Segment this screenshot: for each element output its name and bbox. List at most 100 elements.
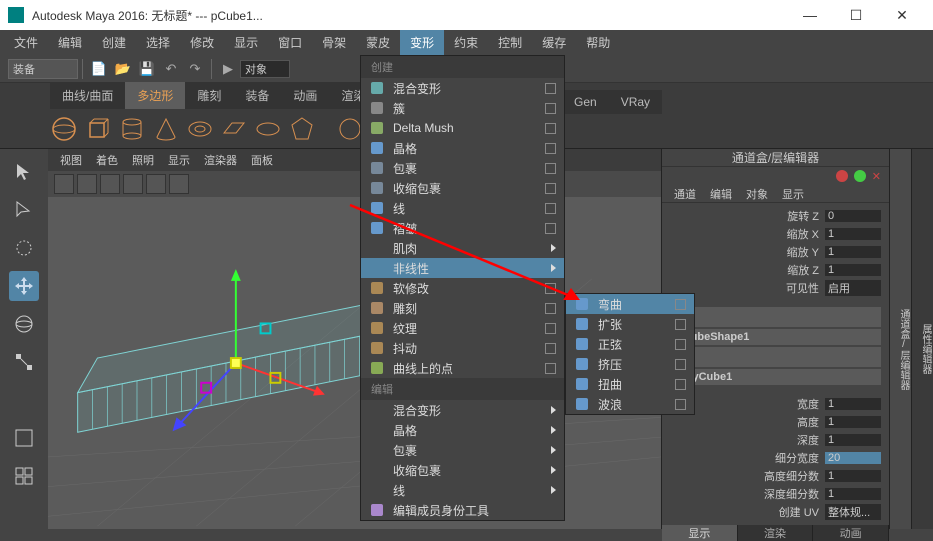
vp-grid-icon[interactable] (77, 174, 97, 194)
shape-node-name[interactable]: pCubeShape1 (670, 329, 881, 345)
vp-shade-icon[interactable] (100, 174, 120, 194)
option-box-icon[interactable] (545, 163, 556, 174)
menu-item-线[interactable]: 线 (361, 480, 564, 500)
menu-约束[interactable]: 约束 (444, 30, 488, 55)
poly-cone-icon[interactable] (152, 115, 180, 143)
menu-控制[interactable]: 控制 (488, 30, 532, 55)
menu-item-非线性[interactable]: 非线性 (361, 258, 564, 278)
option-box-icon[interactable] (545, 123, 556, 134)
poly-cube-icon[interactable] (84, 115, 112, 143)
menu-骨架[interactable]: 骨架 (312, 30, 356, 55)
option-box-icon[interactable] (545, 363, 556, 374)
vp-menu-显示[interactable]: 显示 (168, 152, 190, 168)
menu-文件[interactable]: 文件 (4, 30, 48, 55)
shelf-tab-雕刻[interactable]: 雕刻 (185, 82, 233, 109)
submenu-item-波浪[interactable]: 波浪 (566, 394, 694, 414)
vp-wire-icon[interactable] (123, 174, 143, 194)
option-box-icon[interactable] (545, 83, 556, 94)
shelf-tab-动画[interactable]: 动画 (281, 82, 329, 109)
rotate-tool-icon[interactable] (9, 309, 39, 339)
poly-platonic-icon[interactable] (288, 115, 316, 143)
menu-item-混合变形[interactable]: 混合变形 (361, 78, 564, 98)
vp-camera-icon[interactable] (54, 174, 74, 194)
menu-item-收缩包裹[interactable]: 收缩包裹 (361, 178, 564, 198)
move-tool-icon[interactable] (9, 271, 39, 301)
poly-disc-icon[interactable] (254, 115, 282, 143)
menu-编辑[interactable]: 编辑 (48, 30, 92, 55)
option-box-icon[interactable] (545, 103, 556, 114)
close-button[interactable]: ✕ (879, 0, 925, 30)
option-box-icon[interactable] (545, 183, 556, 194)
poly-plane-icon[interactable] (220, 115, 248, 143)
submenu-item-扩张[interactable]: 扩张 (566, 314, 694, 334)
vp-menu-着色[interactable]: 着色 (96, 152, 118, 168)
select-mode-icon[interactable]: ▶ (218, 59, 238, 79)
attr-value[interactable]: 1 (825, 398, 881, 410)
side-strip-attribute[interactable]: 属性编辑器 (911, 149, 933, 529)
menu-item-包裹[interactable]: 包裹 (361, 440, 564, 460)
menu-显示[interactable]: 显示 (224, 30, 268, 55)
channel-green-icon[interactable] (854, 170, 866, 182)
layer-tab-显示[interactable]: 显示 (662, 525, 738, 541)
option-box-icon[interactable] (675, 339, 686, 350)
shelf-tab-多边形[interactable]: 多边形 (125, 82, 185, 109)
channel-tab-通道[interactable]: 通道 (674, 186, 696, 202)
attr-value[interactable]: 1 (825, 228, 881, 240)
menu-item-线[interactable]: 线 (361, 198, 564, 218)
open-file-icon[interactable]: 📂 (113, 59, 133, 79)
vp-xray-icon[interactable] (146, 174, 166, 194)
shelf-tab-装备[interactable]: 装备 (233, 82, 281, 109)
lasso-tool-icon[interactable] (9, 195, 39, 225)
attr-value[interactable]: 1 (825, 416, 881, 428)
menu-缓存[interactable]: 缓存 (532, 30, 576, 55)
redo-icon[interactable]: ↷ (185, 59, 205, 79)
attr-value[interactable]: 1 (825, 488, 881, 500)
menu-item-包裹[interactable]: 包裹 (361, 158, 564, 178)
channel-red-icon[interactable] (836, 170, 848, 182)
side-strip-channel[interactable]: 通道盒/层编辑器 (889, 149, 911, 529)
layer-tab-动画[interactable]: 动画 (813, 525, 889, 541)
layout-four-icon[interactable] (9, 461, 39, 491)
menu-item-晶格[interactable]: 晶格 (361, 138, 564, 158)
option-box-icon[interactable] (545, 223, 556, 234)
menu-item-晶格[interactable]: 晶格 (361, 420, 564, 440)
option-box-icon[interactable] (545, 343, 556, 354)
menu-item-Delta Mush[interactable]: Delta Mush (361, 118, 564, 138)
paint-select-icon[interactable] (9, 233, 39, 263)
shelf-tab-曲线/曲面[interactable]: 曲线/曲面 (50, 82, 125, 109)
menu-选择[interactable]: 选择 (136, 30, 180, 55)
option-box-icon[interactable] (545, 143, 556, 154)
option-box-icon[interactable] (545, 303, 556, 314)
vp-menu-渲染器[interactable]: 渲染器 (204, 152, 237, 168)
option-box-icon[interactable] (675, 319, 686, 330)
submenu-item-正弦[interactable]: 正弦 (566, 334, 694, 354)
vp-menu-照明[interactable]: 照明 (132, 152, 154, 168)
undo-icon[interactable]: ↶ (161, 59, 181, 79)
channel-tab-显示[interactable]: 显示 (782, 186, 804, 202)
menu-创建[interactable]: 创建 (92, 30, 136, 55)
channel-close-icon[interactable]: ✕ (872, 170, 881, 183)
submenu-item-挤压[interactable]: 挤压 (566, 354, 694, 374)
menu-item-编辑成员身份工具[interactable]: 编辑成员身份工具 (361, 500, 564, 520)
maximize-button[interactable]: ☐ (833, 0, 879, 30)
option-box-icon[interactable] (675, 359, 686, 370)
minimize-button[interactable]: — (787, 0, 833, 30)
selection-mode-field[interactable]: 对象 (240, 60, 290, 78)
menu-item-纹理[interactable]: 纹理 (361, 318, 564, 338)
menu-item-肌肉[interactable]: 肌肉 (361, 238, 564, 258)
menu-item-雕刻[interactable]: 雕刻 (361, 298, 564, 318)
option-box-icon[interactable] (675, 299, 686, 310)
menu-item-收缩包裹[interactable]: 收缩包裹 (361, 460, 564, 480)
attr-value[interactable]: 1 (825, 246, 881, 258)
tab-vray[interactable]: VRay (609, 90, 662, 114)
new-file-icon[interactable]: 📄 (89, 59, 109, 79)
menu-蒙皮[interactable]: 蒙皮 (356, 30, 400, 55)
layout-single-icon[interactable] (9, 423, 39, 453)
select-tool-icon[interactable] (9, 157, 39, 187)
tab-gen[interactable]: Gen (562, 90, 609, 114)
submenu-item-扭曲[interactable]: 扭曲 (566, 374, 694, 394)
channel-tab-对象[interactable]: 对象 (746, 186, 768, 202)
menu-item-抖动[interactable]: 抖动 (361, 338, 564, 358)
option-box-icon[interactable] (675, 399, 686, 410)
scale-tool-icon[interactable] (9, 347, 39, 377)
